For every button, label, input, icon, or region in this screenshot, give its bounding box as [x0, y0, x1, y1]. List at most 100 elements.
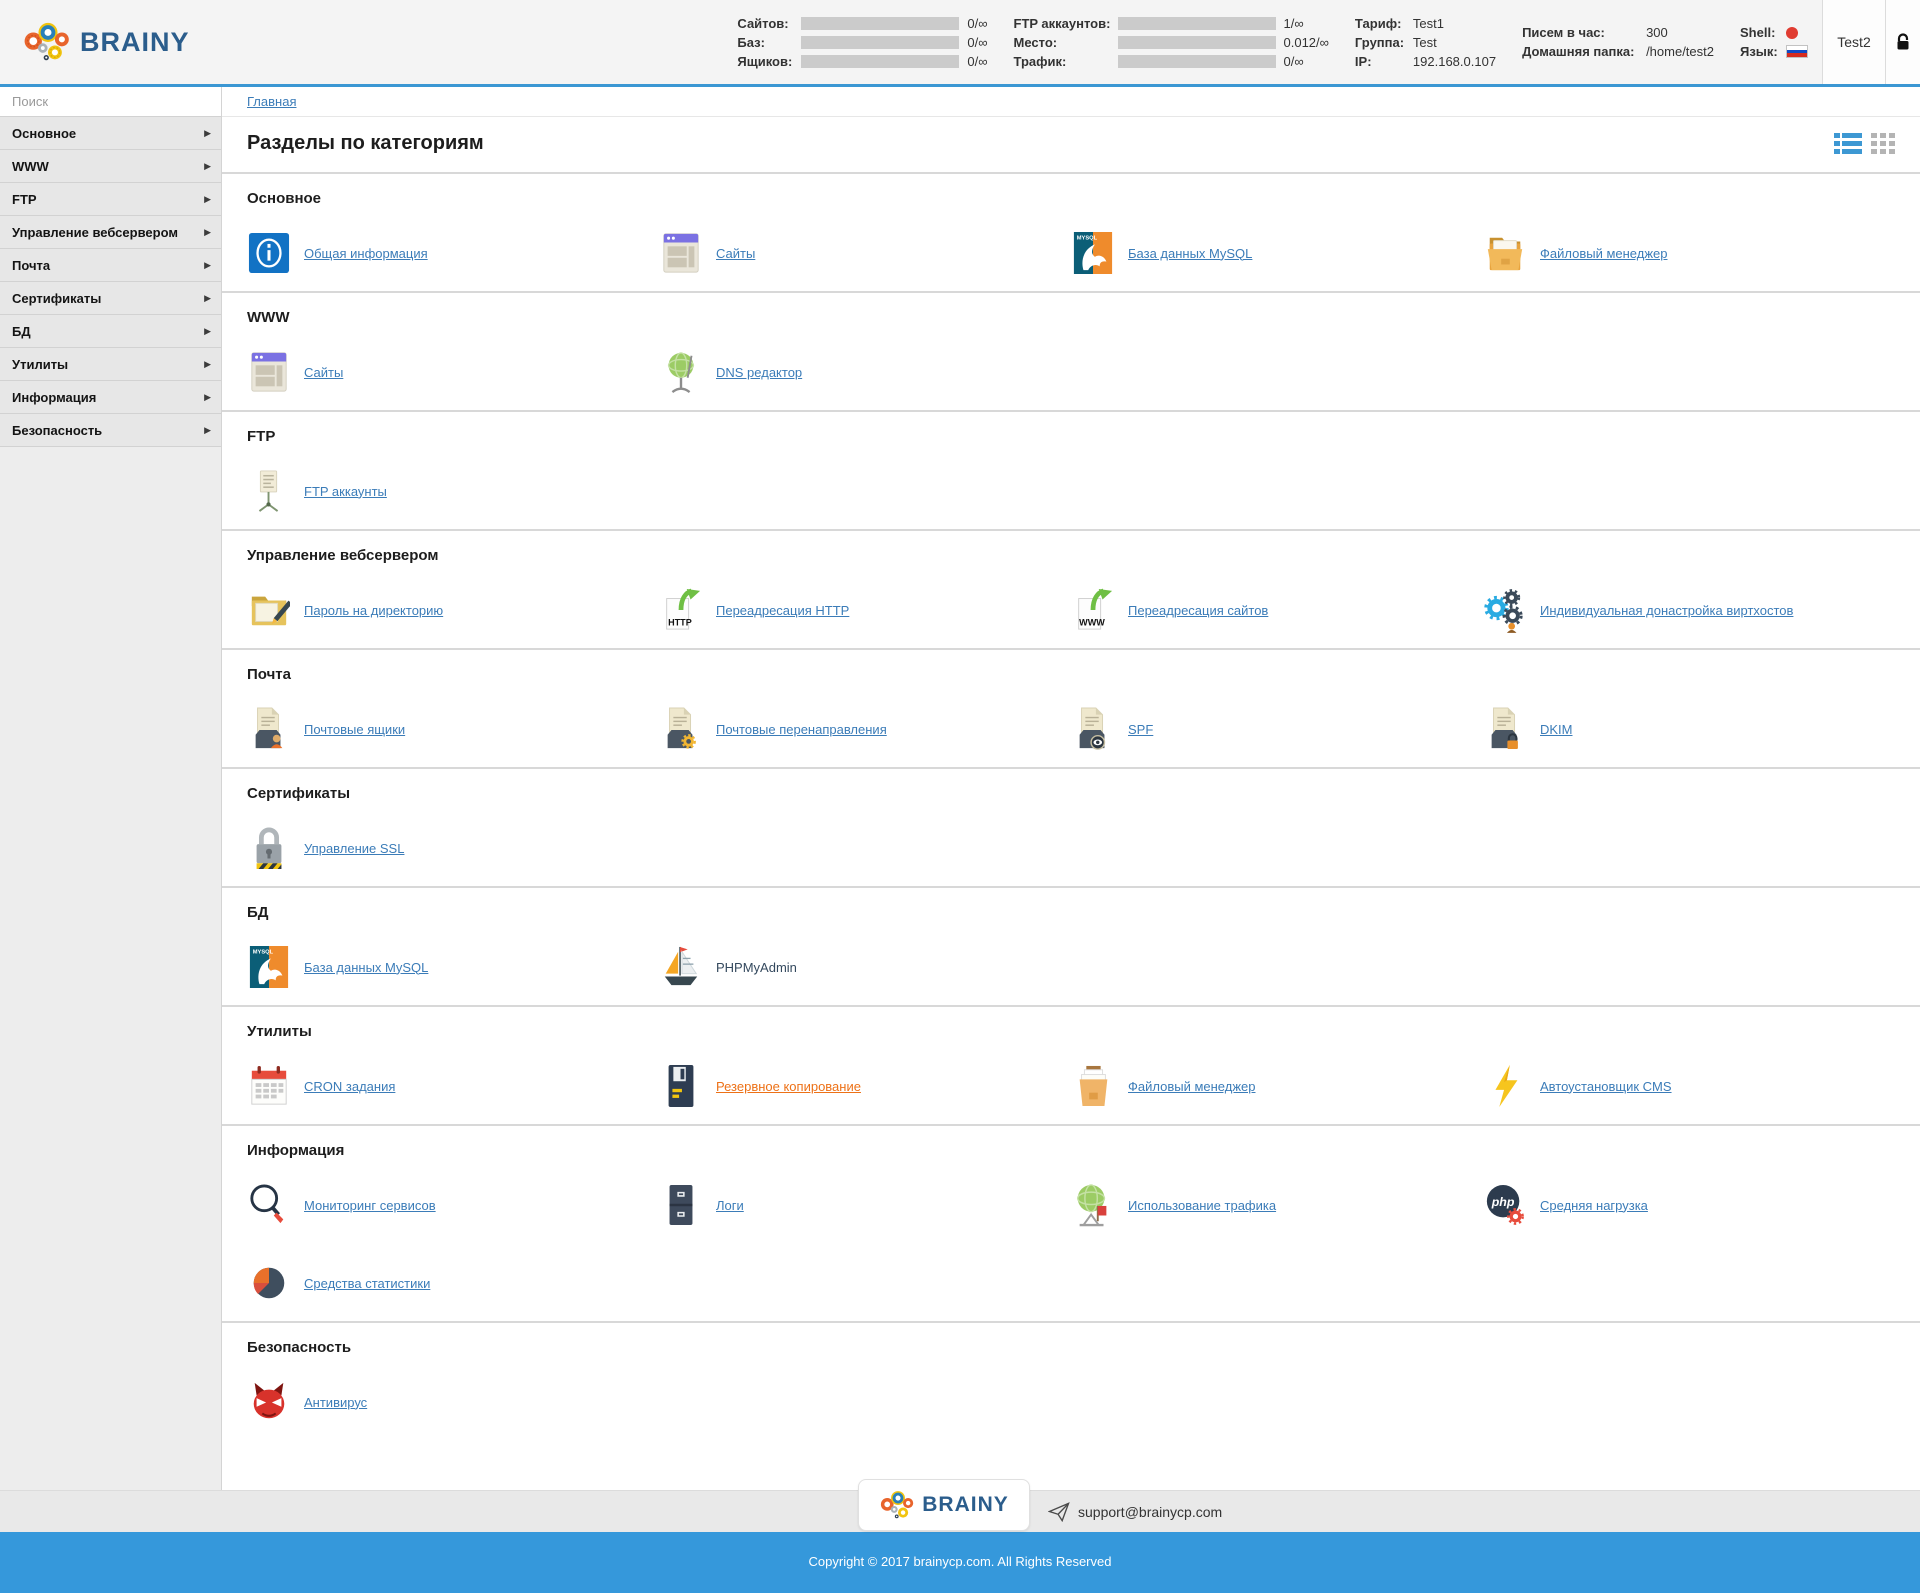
category-card: Сайты: [247, 346, 659, 398]
category-link[interactable]: Переадресация сайтов: [1128, 603, 1268, 618]
category-link[interactable]: DNS редактор: [716, 365, 802, 380]
mail-home-column: Писем в час:300 Домашняя папка:/home/tes…: [1522, 25, 1714, 59]
www-redirect-icon: WWW: [1071, 585, 1115, 635]
category-card: Сайты: [659, 227, 1071, 279]
breadcrumb-home-link[interactable]: Главная: [247, 94, 296, 109]
stat-label: Писем в час:: [1522, 25, 1646, 40]
category-link[interactable]: Средства статистики: [304, 1276, 430, 1291]
sidebar-item-pochta[interactable]: Почта▶: [0, 249, 221, 282]
mail-eye-icon: [1071, 704, 1115, 754]
gears-icon: [1483, 585, 1527, 635]
chevron-right-icon: ▶: [204, 293, 211, 304]
category-card: MYSQL База данных MySQL: [247, 941, 659, 993]
section-title: FTP: [247, 428, 1895, 445]
category-link[interactable]: Резервное копирование: [716, 1079, 861, 1094]
search-input[interactable]: [0, 87, 221, 117]
category-link[interactable]: База данных MySQL: [304, 960, 428, 975]
grid-view-toggle-icon[interactable]: [1871, 133, 1895, 154]
footer-logo-text: BRAINY: [922, 1493, 1009, 1517]
progress-bar: [801, 55, 959, 68]
category-link[interactable]: FTP аккаунты: [304, 484, 387, 499]
section-title: WWW: [247, 309, 1895, 326]
ftp-page-icon: [247, 466, 291, 516]
category-card: php Средняя нагрузка: [1483, 1179, 1895, 1231]
section-title: Управление вебсервером: [247, 547, 1895, 564]
quota-column-1: Сайтов:0/∞ Баз:0/∞ Ящиков:0/∞: [737, 16, 987, 69]
chevron-right-icon: ▶: [204, 392, 211, 403]
stat-label: Тариф:: [1355, 16, 1413, 31]
stat-label: Ящиков:: [737, 54, 801, 69]
logo-text: BRAINY: [80, 27, 190, 58]
header-logo[interactable]: BRAINY: [22, 19, 190, 65]
category-card: Средства статистики: [247, 1257, 659, 1309]
category-card: Мониторинг сервисов: [247, 1179, 659, 1231]
sidebar-item-sertifikaty[interactable]: Сертификаты▶: [0, 282, 221, 315]
category-link[interactable]: Мониторинг сервисов: [304, 1198, 436, 1213]
category-link[interactable]: Индивидуальная донастройка виртхостов: [1540, 603, 1793, 618]
category-label[interactable]: PHPMyAdmin: [716, 960, 797, 975]
category-card: Файловый менеджер: [1071, 1060, 1483, 1112]
category-link[interactable]: Файловый менеджер: [1128, 1079, 1256, 1094]
category-link[interactable]: Использование трафика: [1128, 1198, 1276, 1213]
footer-logo-card[interactable]: BRAINY: [858, 1479, 1030, 1531]
svg-text:MYSQL: MYSQL: [1077, 236, 1098, 242]
category-card: Резервное копирование: [659, 1060, 1071, 1112]
category-link[interactable]: База данных MySQL: [1128, 246, 1252, 261]
category-link[interactable]: Средняя нагрузка: [1540, 1198, 1648, 1213]
stat-label: Баз:: [737, 35, 801, 50]
category-link[interactable]: Общая информация: [304, 246, 428, 261]
progress-bar: [1118, 55, 1276, 68]
chevron-right-icon: ▶: [204, 227, 211, 238]
category-card: Общая информация: [247, 227, 659, 279]
sidebar-item-bezopasnost[interactable]: Безопасность▶: [0, 414, 221, 447]
mail-person-icon: [247, 704, 291, 754]
category-link[interactable]: SPF: [1128, 722, 1153, 737]
sidebar-item-webserver[interactable]: Управление вебсервером▶: [0, 216, 221, 249]
mysql-icon: MYSQL: [1071, 228, 1115, 278]
section-title: БД: [247, 904, 1895, 921]
sidebar-item-utility[interactable]: Утилиты▶: [0, 348, 221, 381]
category-link[interactable]: DKIM: [1540, 722, 1573, 737]
globe-stand-icon: [659, 347, 703, 397]
sailboat-icon: [659, 942, 703, 992]
user-menu-button[interactable]: Test2: [1822, 0, 1886, 84]
sidebar-item-bd[interactable]: БД▶: [0, 315, 221, 348]
category-link[interactable]: Управление SSL: [304, 841, 404, 856]
sidebar-item-www[interactable]: WWW▶: [0, 150, 221, 183]
sidebar-item-ftp[interactable]: FTP▶: [0, 183, 221, 216]
category-link[interactable]: Автоустановщик CMS: [1540, 1079, 1672, 1094]
category-link[interactable]: Переадресация HTTP: [716, 603, 849, 618]
shell-status-red-dot-icon: [1786, 27, 1798, 39]
sidebar-item-informaciya[interactable]: Информация▶: [0, 381, 221, 414]
russian-flag-icon[interactable]: [1786, 45, 1808, 58]
category-card: DNS редактор: [659, 346, 1071, 398]
sidebar-item-osnovnoe[interactable]: Основное▶: [0, 117, 221, 150]
category-card: Антивирус: [247, 1376, 659, 1428]
ssl-padlock-icon: [247, 823, 291, 873]
category-link[interactable]: Сайты: [304, 365, 343, 380]
support-link[interactable]: support@brainycp.com: [1048, 1502, 1222, 1522]
category-link[interactable]: Сайты: [716, 246, 755, 261]
category-link[interactable]: Файловый менеджер: [1540, 246, 1668, 261]
category-card: HTTP Переадресация HTTP: [659, 584, 1071, 636]
category-link[interactable]: Пароль на директорию: [304, 603, 443, 618]
stat-value: 0/∞: [1284, 54, 1304, 69]
chevron-right-icon: ▶: [204, 326, 211, 337]
category-link[interactable]: Почтовые ящики: [304, 722, 405, 737]
section-webserver: Управление вебсервером Пароль на директо…: [222, 529, 1920, 648]
mysql-icon: MYSQL: [247, 942, 291, 992]
stat-label: Группа:: [1355, 35, 1413, 50]
stat-value: 0/∞: [967, 54, 987, 69]
category-link[interactable]: Почтовые перенаправления: [716, 722, 887, 737]
mail-lock-icon: [1483, 704, 1527, 754]
logout-lock-button[interactable]: [1886, 0, 1920, 84]
category-card: Использование трафика: [1071, 1179, 1483, 1231]
category-link[interactable]: Логи: [716, 1198, 744, 1213]
info-icon: [247, 228, 291, 278]
list-view-toggle-icon[interactable]: [1834, 133, 1862, 154]
section-informaciya: Информация Мониторинг сервисов Логи: [222, 1124, 1920, 1321]
category-link[interactable]: CRON задания: [304, 1079, 395, 1094]
category-link[interactable]: Антивирус: [304, 1395, 367, 1410]
category-card: DKIM: [1483, 703, 1895, 755]
stat-label: Место:: [1014, 35, 1118, 50]
